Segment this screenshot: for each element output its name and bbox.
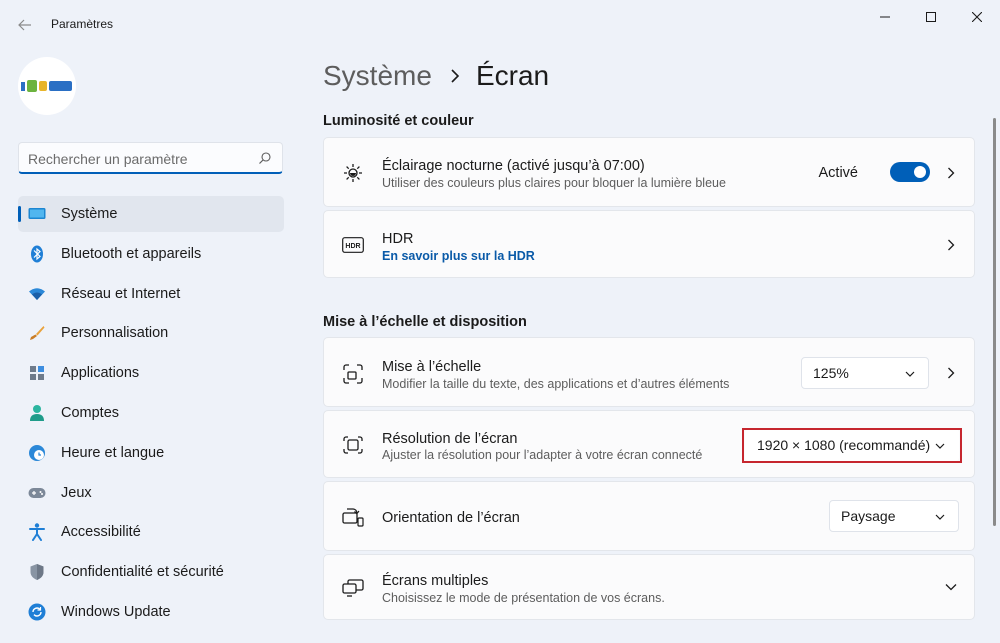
scale-dropdown[interactable]: 125% [801, 357, 929, 389]
resolution-subtitle: Ajuster la résolution pour l’adapter à v… [382, 448, 703, 462]
chevron-down-icon [904, 368, 916, 380]
scale-card[interactable]: Mise à l’échelle Modifier la taille du t… [323, 337, 975, 407]
maximize-button[interactable] [908, 4, 954, 30]
monitor-icon [28, 205, 46, 223]
page-title: Écran [475, 60, 550, 91]
bluetooth-icon [28, 245, 46, 263]
multi-display-card[interactable]: Écrans multiples Choisissez le mode de p… [323, 554, 975, 620]
sidebar-item-jeux[interactable]: Jeux [18, 475, 284, 511]
sidebar-item-label: Applications [61, 365, 140, 382]
orientation-title: Orientation de l’écran [382, 510, 520, 526]
scale-subtitle: Modifier la taille du texte, des applica… [382, 377, 730, 391]
night-light-subtitle: Utiliser des couleurs plus claires pour … [382, 176, 726, 190]
close-icon [972, 12, 982, 22]
sun-icon [342, 162, 364, 184]
resolution-card[interactable]: Résolution de l’écran Ajuster la résolut… [323, 410, 975, 478]
chevron-down-icon [934, 511, 946, 523]
hdr-icon: HDR [342, 234, 364, 256]
search-input[interactable] [28, 149, 248, 169]
orientation-icon [342, 506, 364, 528]
back-button[interactable] [12, 12, 38, 38]
app-title: Paramètres [51, 17, 114, 31]
orientation-value: Paysage [841, 508, 896, 524]
section-title-brightness: Luminosité et couleur [323, 113, 474, 129]
minimize-icon [880, 16, 890, 18]
avatar[interactable] [18, 57, 76, 115]
sidebar-item-label: Windows Update [61, 603, 171, 620]
chevron-right-icon [450, 69, 460, 83]
sidebar-item-comptes[interactable]: Comptes [18, 395, 284, 431]
title-bar: Paramètres [0, 0, 1000, 50]
multi-display-icon [342, 577, 364, 599]
breadcrumb-parent[interactable]: Système [323, 58, 432, 94]
sidebar-item-applications[interactable]: Applications [18, 355, 284, 391]
sidebar-item-label: Système [61, 206, 118, 222]
sidebar-nav: Système Bluetooth et appareils Réseau et… [18, 196, 284, 634]
night-light-toggle[interactable] [890, 162, 930, 182]
highlight-frame [742, 428, 962, 463]
hdr-title: HDR [382, 231, 414, 247]
resolution-title: Résolution de l’écran [382, 431, 518, 447]
multi-display-title: Écrans multiples [382, 573, 489, 589]
maximize-icon [926, 12, 936, 22]
person-icon [28, 404, 46, 422]
minimize-button[interactable] [862, 4, 908, 30]
search-box[interactable] [18, 142, 283, 174]
night-light-title: Éclairage nocturne (activé jusqu’à 07:00… [382, 158, 645, 174]
scale-title: Mise à l’échelle [382, 359, 482, 375]
chevron-right-icon[interactable] [944, 166, 958, 180]
breadcrumb: Système Écran [323, 58, 549, 94]
sidebar-item-bluetooth[interactable]: Bluetooth et appareils [18, 236, 284, 272]
wifi-icon [28, 285, 46, 303]
multi-display-subtitle: Choisissez le mode de présentation de vo… [382, 591, 665, 605]
sidebar-item-label: Confidentialité et sécurité [61, 564, 224, 581]
chevron-right-icon[interactable] [944, 366, 958, 380]
hdr-learn-more-link[interactable]: En savoir plus sur la HDR [382, 249, 535, 263]
svg-text:HDR: HDR [345, 243, 360, 250]
shield-icon [28, 563, 46, 581]
night-light-card[interactable]: Éclairage nocturne (activé jusqu’à 07:00… [323, 137, 975, 207]
hdr-card[interactable]: HDR HDR En savoir plus sur la HDR [323, 210, 975, 278]
section-title-scale: Mise à l’échelle et disposition [323, 314, 527, 330]
sidebar-item-label: Bluetooth et appareils [61, 245, 202, 262]
chevron-down-icon[interactable] [944, 580, 958, 594]
apps-icon [28, 364, 46, 382]
resolution-icon [342, 434, 364, 456]
back-arrow-icon [18, 19, 31, 31]
update-icon [28, 603, 46, 621]
globe-clock-icon [28, 444, 46, 462]
night-light-state: Activé [818, 165, 859, 181]
chevron-right-icon[interactable] [944, 238, 958, 252]
sidebar-item-windows-update[interactable]: Windows Update [18, 594, 284, 630]
close-button[interactable] [954, 4, 1000, 30]
accessibility-icon [28, 523, 46, 542]
sidebar-item-heure[interactable]: Heure et langue [18, 435, 284, 471]
sidebar-item-accessibilite[interactable]: Accessibilité [18, 514, 284, 550]
orientation-card[interactable]: Orientation de l’écran Paysage [323, 481, 975, 551]
scale-icon [342, 363, 364, 385]
sidebar-item-reseau[interactable]: Réseau et Internet [18, 276, 284, 312]
sidebar-item-label: Jeux [61, 484, 92, 501]
sidebar-item-label: Heure et langue [61, 444, 165, 461]
sidebar-item-personnalisation[interactable]: Personnalisation [18, 315, 284, 351]
sidebar-item-label: Personnalisation [61, 325, 169, 342]
logo-icon [21, 80, 72, 92]
sidebar-item-confidentialite[interactable]: Confidentialité et sécurité [18, 554, 284, 590]
scrollbar[interactable] [993, 118, 996, 526]
brush-icon [28, 324, 46, 342]
gamepad-icon [28, 484, 46, 502]
sidebar-item-label: Comptes [61, 404, 120, 421]
sidebar-item-systeme[interactable]: Système [18, 196, 284, 232]
orientation-dropdown[interactable]: Paysage [829, 500, 959, 532]
search-icon[interactable] [258, 151, 272, 165]
sidebar-item-label: Réseau et Internet [61, 285, 181, 302]
scale-value: 125% [813, 365, 849, 381]
sidebar-item-label: Accessibilité [61, 524, 141, 541]
